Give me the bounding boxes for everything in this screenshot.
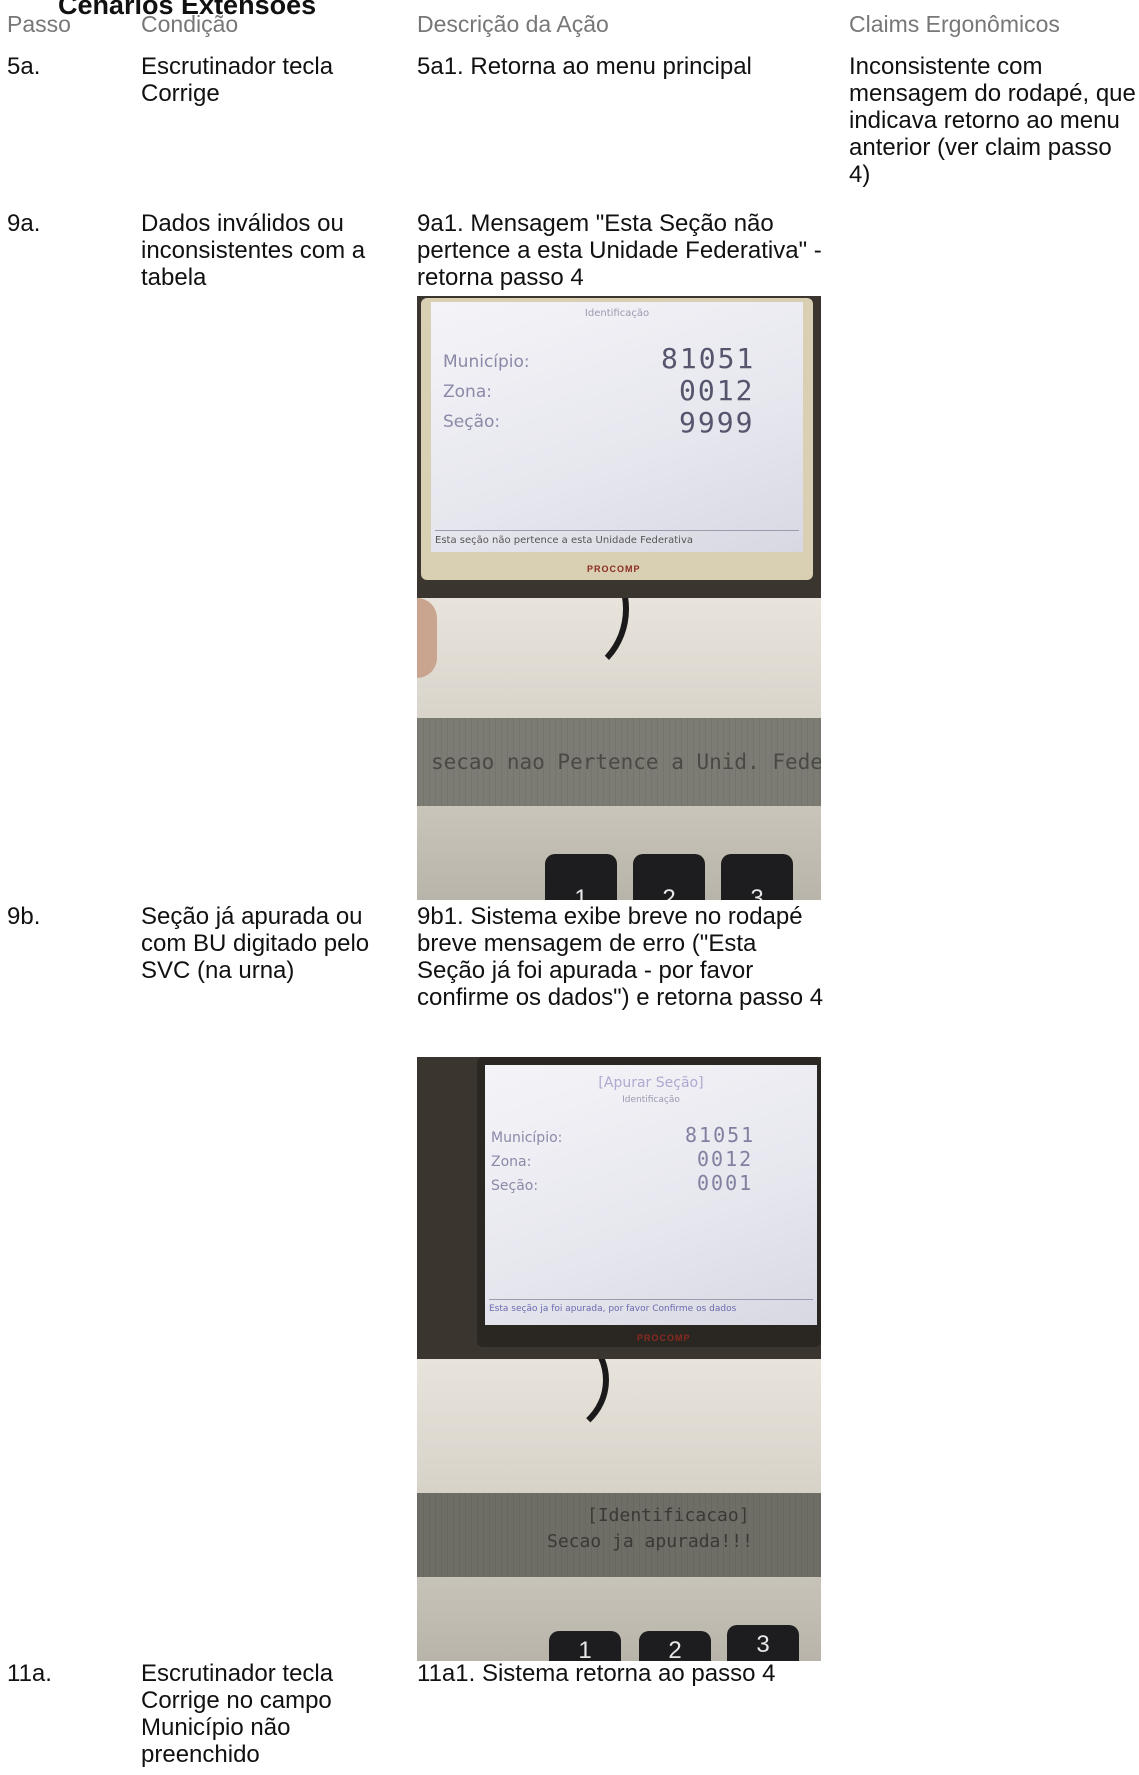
lcd-title: [Apurar Seção] bbox=[598, 1075, 704, 1091]
lcd-strip-line1: [Identificacao] bbox=[587, 1505, 750, 1526]
lcd-label-secao: Seção: bbox=[491, 1178, 539, 1194]
row-11a-condition: Escrutinador tecla Corrige no campo Muni… bbox=[141, 1660, 334, 1768]
lcd-value-secao: 0001 bbox=[697, 1171, 754, 1195]
row-5a-condition: Escrutinador tecla Corrige bbox=[141, 53, 334, 107]
cable bbox=[477, 1359, 609, 1441]
lcd-heading: Identificação bbox=[622, 1095, 680, 1105]
key-3: 3 bbox=[721, 854, 793, 900]
lcd-value-zona: 0012 bbox=[697, 1147, 754, 1171]
key-3: 3 bbox=[727, 1625, 799, 1661]
lcd-value-secao: 9999 bbox=[679, 406, 755, 439]
lcd-strip-message: secao nao Pertence a Unid. Federa bbox=[417, 718, 821, 806]
row-5a-action: 5a1. Retorna ao menu principal bbox=[417, 53, 752, 80]
lcd-label-zona: Zona: bbox=[443, 382, 492, 402]
header-step: Passo bbox=[7, 11, 71, 37]
row-9b-action: 9b1. Sistema exibe breve no rodapé breve… bbox=[417, 903, 824, 1011]
row-5a-claims: Inconsistente com mensagem do rodapé, qu… bbox=[849, 53, 1136, 188]
row-9a-condition: Dados inválidos ou inconsistentes com a … bbox=[141, 210, 366, 291]
row-9b-step: 9b. bbox=[7, 903, 41, 930]
lcd-label-secao: Seção: bbox=[443, 412, 501, 432]
row-9a-action: 9a1. Mensagem "Esta Seção não pertence a… bbox=[417, 210, 822, 291]
key-1: 1 bbox=[545, 854, 617, 900]
key-2: 2 bbox=[633, 854, 705, 900]
lcd-footer-message: Esta seção ja foi apurada, por favor Con… bbox=[489, 1299, 813, 1314]
header-claims: Claims Ergonômicos bbox=[849, 11, 1060, 37]
row-11a-action: 11a1. Sistema retorna ao passo 4 bbox=[417, 1660, 776, 1687]
photo-screen-already-counted: [Apurar Seção] Identificação Município: … bbox=[417, 1057, 821, 1359]
cable bbox=[497, 598, 629, 680]
lcd-label-municipio: Município: bbox=[443, 352, 530, 372]
lcd-label-zona: Zona: bbox=[491, 1154, 532, 1170]
header-condition: Condição bbox=[141, 11, 239, 37]
lcd-label-municipio: Município: bbox=[491, 1130, 563, 1146]
row-5a-step: 5a. bbox=[7, 53, 41, 80]
lcd-value-zona: 0012 bbox=[679, 374, 755, 407]
key-2: 2 bbox=[639, 1631, 711, 1661]
brand-logo: PROCOMP bbox=[637, 1333, 691, 1343]
lcd-strip-line2: Secao ja apurada!!! bbox=[547, 1531, 753, 1552]
header-action: Descrição da Ação bbox=[417, 11, 609, 37]
key-1: 1 bbox=[549, 1631, 621, 1661]
row-11a-step: 11a. bbox=[7, 1660, 52, 1687]
lcd-value-municipio: 81051 bbox=[661, 342, 756, 375]
photo-keypad-already-counted: [Identificacao] Secao ja apurada!!! 1 2 … bbox=[417, 1359, 821, 1661]
brand-logo: PROCOMP bbox=[587, 564, 641, 574]
row-9b-condition: Seção já apurada ou com BU digitado pelo… bbox=[141, 903, 370, 984]
photo-screen-invalid-section: Identificação Município: 81051 Zona: 001… bbox=[417, 296, 821, 598]
lcd-heading: Identificação bbox=[584, 308, 650, 319]
lcd-value-municipio: 81051 bbox=[685, 1123, 756, 1147]
row-9a-step: 9a. bbox=[7, 210, 41, 237]
lcd-footer-message: Esta seção não pertence a esta Unidade F… bbox=[435, 530, 799, 546]
photo-keypad-invalid-section: secao nao Pertence a Unid. Federa 1 2 3 bbox=[417, 598, 821, 900]
